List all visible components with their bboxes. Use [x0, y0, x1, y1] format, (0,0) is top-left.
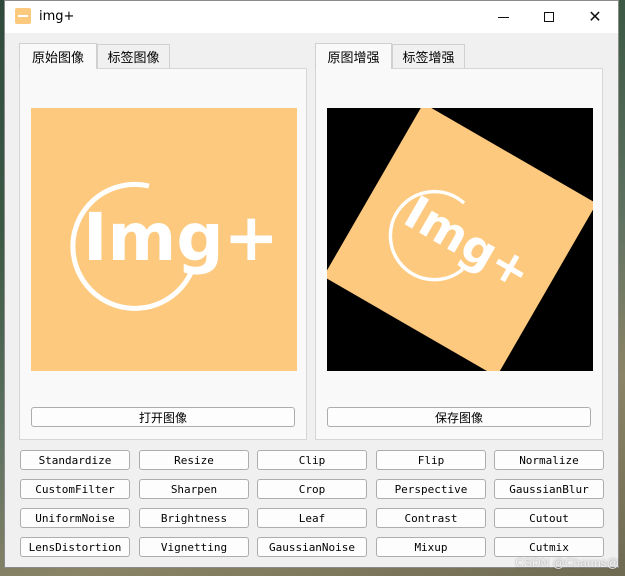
aug-button-perspective[interactable]: Perspective	[376, 479, 486, 499]
aug-button-cutmix[interactable]: Cutmix	[494, 537, 604, 557]
left-tab-bar: 原始图像 标签图像	[19, 43, 309, 69]
aug-button-mixup[interactable]: Mixup	[376, 537, 486, 557]
button-label: Sharpen	[170, 482, 218, 496]
maximize-icon	[544, 12, 554, 22]
enhanced-image-view: Img+	[323, 103, 597, 377]
tab-original-enhance[interactable]: 原图增强	[315, 43, 392, 69]
button-label: Standardize	[38, 453, 112, 467]
button-label: Brightness	[160, 511, 228, 525]
aug-button-vignetting[interactable]: Vignetting	[139, 537, 249, 557]
button-label: Normalize	[519, 453, 579, 467]
aug-button-resize[interactable]: Resize	[139, 450, 249, 470]
button-label: Flip	[417, 453, 445, 467]
minimize-button[interactable]	[480, 1, 526, 33]
button-label: Crop	[298, 482, 326, 496]
tab-label: 标签图像	[107, 51, 160, 66]
maximize-button[interactable]	[526, 1, 572, 33]
button-label: Cutmix	[529, 540, 569, 554]
logo-text: Img+	[83, 199, 279, 276]
aug-button-standardize[interactable]: Standardize	[20, 450, 130, 470]
aug-button-gaussianblur[interactable]: GaussianBlur	[494, 479, 604, 499]
aug-button-brightness[interactable]: Brightness	[139, 508, 249, 528]
save-image-button[interactable]: 保存图像	[327, 407, 591, 427]
button-label: Resize	[174, 453, 214, 467]
main-window: img+ ✕ 原始图像 标签图像 Img+ 打开图像 原图增强 标签增强 Img…	[4, 0, 619, 568]
close-icon: ✕	[588, 7, 602, 26]
right-panel: Img+ 保存图像	[315, 68, 603, 440]
left-panel: Img+ 打开图像	[19, 68, 307, 440]
window-title: img+	[39, 9, 75, 24]
button-label: 打开图像	[138, 410, 187, 425]
button-label: Vignetting	[160, 540, 228, 554]
button-label: GaussianBlur	[509, 482, 589, 496]
button-label: UniformNoise	[35, 511, 115, 525]
aug-button-normalize[interactable]: Normalize	[494, 450, 604, 470]
button-label: Mixup	[414, 540, 448, 554]
original-image: Img+	[31, 108, 297, 371]
app-logo-icon	[15, 8, 31, 24]
tab-label-image[interactable]: 标签图像	[97, 44, 170, 68]
button-label: Clip	[298, 453, 326, 467]
aug-button-uniformnoise[interactable]: UniformNoise	[20, 508, 130, 528]
original-image-view: Img+	[31, 108, 297, 371]
tab-original-image[interactable]: 原始图像	[19, 43, 97, 69]
aug-button-flip[interactable]: Flip	[376, 450, 486, 470]
tab-label-enhance[interactable]: 标签增强	[392, 44, 465, 68]
aug-button-sharpen[interactable]: Sharpen	[139, 479, 249, 499]
watermark: CSDN @Charms@	[515, 556, 619, 570]
aug-button-cutout[interactable]: Cutout	[494, 508, 604, 528]
aug-button-lensdistortion[interactable]: LensDistortion	[20, 537, 130, 557]
title-bar[interactable]: img+ ✕	[5, 1, 618, 33]
aug-button-crop[interactable]: Crop	[257, 479, 367, 499]
aug-button-customfilter[interactable]: CustomFilter	[20, 479, 130, 499]
button-label: Perspective	[394, 482, 468, 496]
button-label: Leaf	[298, 511, 326, 525]
open-image-button[interactable]: 打开图像	[31, 407, 295, 427]
enhanced-image: Img+	[323, 103, 597, 377]
button-label: Cutout	[529, 511, 569, 525]
right-tab-bar: 原图增强 标签增强	[315, 43, 605, 69]
tab-label: 原图增强	[327, 51, 380, 66]
aug-button-clip[interactable]: Clip	[257, 450, 367, 470]
close-button[interactable]: ✕	[572, 1, 618, 33]
button-label: Contrast	[404, 511, 458, 525]
button-label: GaussianNoise	[268, 540, 356, 554]
button-label: LensDistortion	[28, 540, 122, 554]
aug-button-leaf[interactable]: Leaf	[257, 508, 367, 528]
tab-label: 标签增强	[402, 51, 455, 66]
minimize-icon	[497, 16, 509, 18]
aug-button-contrast[interactable]: Contrast	[376, 508, 486, 528]
aug-button-gaussiannoise[interactable]: GaussianNoise	[257, 537, 367, 557]
tab-label: 原始图像	[31, 51, 84, 66]
button-label: CustomFilter	[35, 482, 115, 496]
button-label: 保存图像	[434, 410, 483, 425]
